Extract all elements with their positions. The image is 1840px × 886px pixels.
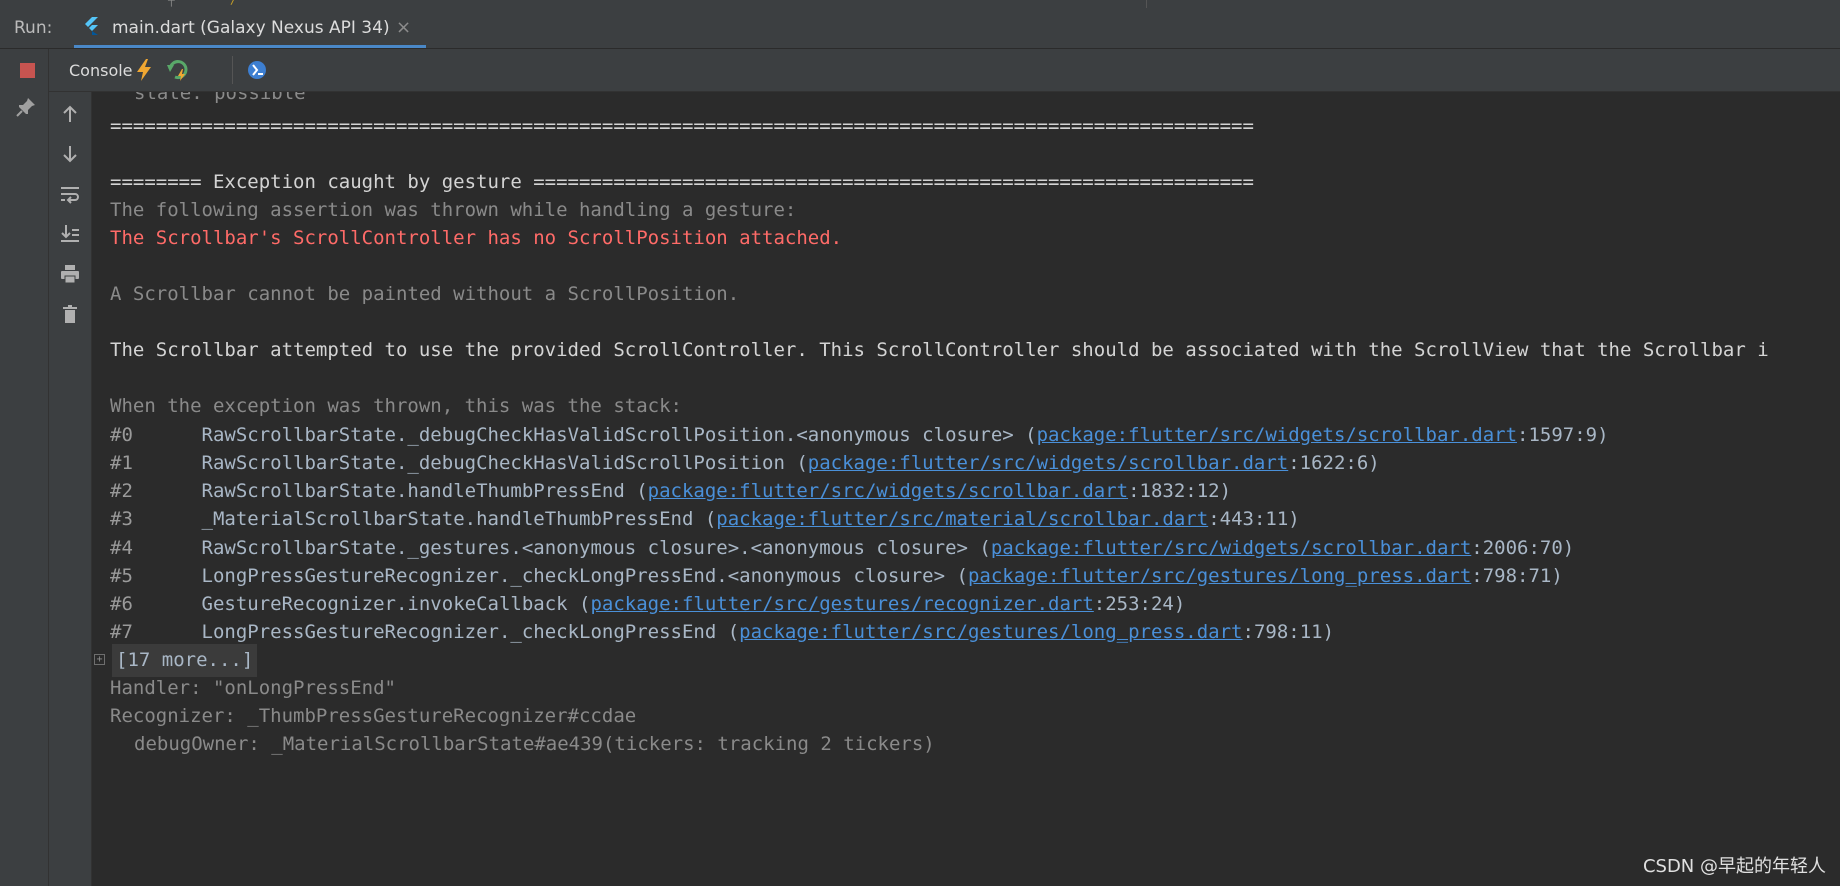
run-label: Run: [14, 18, 53, 38]
console-line: debugOwner: _MaterialScrollbarState#ae43… [134, 733, 935, 755]
frame-location: :2006:70) [1471, 537, 1575, 559]
frame-number: #0 [110, 424, 133, 446]
frame-function: RawScrollbarState._debugCheckHasValidScr… [201, 452, 808, 474]
frame-number: #1 [110, 452, 133, 474]
soft-wrap-icon[interactable] [58, 182, 82, 206]
source-link[interactable]: package:flutter/src/widgets/scrollbar.da… [991, 537, 1471, 559]
trash-icon[interactable] [58, 302, 82, 326]
source-link[interactable]: package:flutter/src/widgets/scrollbar.da… [808, 452, 1288, 474]
arrow-up-icon[interactable] [58, 102, 82, 126]
run-tool-window-header: Run: main.dart (Galaxy Nexus API 34) × [0, 8, 1840, 49]
editor-divider [1146, 0, 1147, 8]
frame-location: :798:71) [1471, 565, 1563, 587]
frame-function: GestureRecognizer.invokeCallback ( [201, 593, 591, 615]
frame-function: LongPressGestureRecognizer._checkLongPre… [201, 621, 740, 643]
frame-function: _MaterialScrollbarState.handleThumbPress… [201, 508, 717, 530]
toolbar-divider [232, 56, 233, 84]
source-link[interactable]: package:flutter/src/gestures/long_press.… [739, 621, 1242, 643]
frame-number: #7 [110, 621, 133, 643]
console-line: ========================================… [110, 115, 1254, 137]
source-link[interactable]: package:flutter/src/material/scrollbar.d… [716, 508, 1208, 530]
editor-fragment-icon: / [230, 0, 237, 7]
close-icon[interactable]: × [396, 17, 411, 38]
run-controls-strip [0, 49, 49, 886]
console-toolbar: Console [49, 49, 1840, 92]
frame-number: #3 [110, 508, 133, 530]
frame-location: :1832:12) [1128, 480, 1232, 502]
scroll-to-end-icon[interactable] [58, 222, 82, 246]
print-icon[interactable] [58, 262, 82, 286]
stack-frame: #7 LongPressGestureRecognizer._checkLong… [110, 616, 1334, 649]
console-line: A Scrollbar cannot be painted without a … [110, 283, 740, 305]
console-output[interactable]: state: possible ========================… [92, 92, 1840, 886]
pin-icon[interactable] [14, 95, 38, 119]
frame-function: LongPressGestureRecognizer._checkLongPre… [201, 565, 968, 587]
editor-fragment-icon: ┼ [168, 0, 175, 7]
frame-location: :443:11) [1208, 508, 1300, 530]
frame-number: #6 [110, 593, 133, 615]
source-link[interactable]: package:flutter/src/gestures/long_press.… [968, 565, 1471, 587]
frame-location: :253:24) [1093, 593, 1186, 615]
frame-number: #2 [110, 480, 133, 502]
source-link[interactable]: package:flutter/src/widgets/scrollbar.da… [648, 480, 1128, 502]
tab-console[interactable]: Console [69, 61, 133, 80]
lightning-icon[interactable] [131, 57, 157, 83]
devtools-icon[interactable] [244, 57, 270, 83]
expand-icon[interactable]: + [94, 654, 105, 665]
frame-location: :798:11) [1242, 621, 1335, 643]
frame-location: :1597:9) [1517, 424, 1609, 446]
frame-function: RawScrollbarState._gestures.<anonymous c… [201, 537, 991, 559]
console-side-actions [49, 92, 92, 886]
stop-icon[interactable] [20, 63, 35, 78]
flutter-icon [85, 17, 98, 35]
tab-title: main.dart (Galaxy Nexus API 34) [112, 18, 390, 38]
arrow-down-icon[interactable] [58, 142, 82, 166]
console-error-line: The Scrollbar's ScrollController has no … [110, 227, 843, 249]
console-line: state: possible [134, 92, 306, 104]
frame-number: #4 [110, 537, 133, 559]
tab-main-dart[interactable]: main.dart (Galaxy Nexus API 34) × [74, 8, 426, 48]
restart-icon[interactable] [165, 57, 191, 83]
console-line: The Scrollbar attempted to use the provi… [110, 339, 1769, 361]
frame-location: :1622:6) [1288, 452, 1380, 474]
frame-number: #5 [110, 565, 133, 587]
source-link[interactable]: package:flutter/src/gestures/recognizer.… [590, 593, 1093, 615]
frame-function: RawScrollbarState.handleThumbPressEnd ( [201, 480, 648, 502]
watermark: CSDN @早起的年轻人 [1642, 856, 1826, 877]
frame-function: RawScrollbarState._debugCheckHasValidScr… [201, 424, 1037, 446]
source-link[interactable]: package:flutter/src/widgets/scrollbar.da… [1037, 424, 1517, 446]
